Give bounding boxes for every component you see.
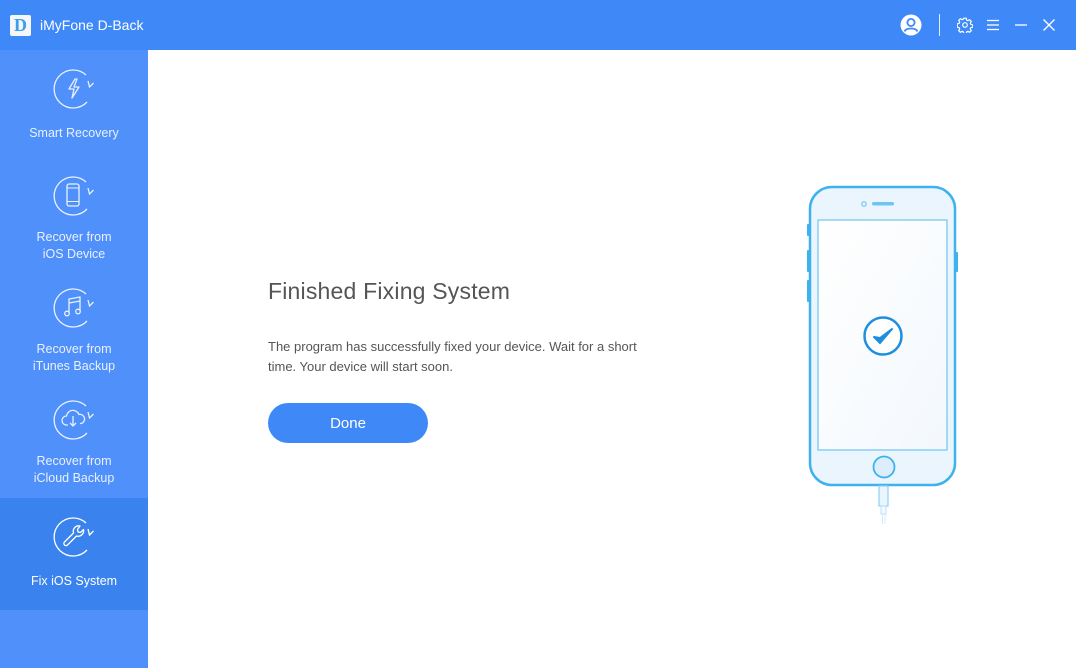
sidebar-item-label: Fix iOS System [30,574,118,588]
menu-icon[interactable] [981,13,1005,37]
wrench-refresh-icon [53,517,94,557]
checkmark-icon [863,316,903,356]
settings-gear-icon[interactable] [953,13,977,37]
lightning-cable [878,485,889,524]
status-description: The program has successfully fixed your … [268,339,637,374]
sidebar-item-fix-ios-system[interactable]: Fix iOS System [0,498,148,610]
title-bar: D iMyFone D-Back [0,0,1076,50]
sidebar-item-smart-recovery[interactable]: Smart Recovery [0,50,148,162]
lightning-refresh-icon [53,69,94,109]
sidebar-item-label: Recover from [36,230,112,244]
phone-home-button [872,455,896,479]
sidebar-item-recover-itunes-backup[interactable]: Recover from iTunes Backup [0,282,148,394]
sidebar-item-label: Smart Recovery [29,126,119,140]
phone-refresh-icon [53,176,94,216]
app-logo: D [10,15,31,36]
user-account-icon[interactable] [899,13,923,37]
sidebar-item-recover-ios-device[interactable]: Recover from iOS Device [0,170,148,282]
done-button[interactable]: Done [268,403,428,443]
sidebar-item-label: iTunes Backup [32,359,116,373]
sidebar-item-label: iCloud Backup [33,471,115,485]
app-logo-letter: D [14,15,27,35]
cloud-download-refresh-icon [53,400,94,440]
app-title: iMyFone D-Back [40,17,144,33]
page-title: Finished Fixing System [268,278,511,304]
titlebar-divider [939,14,940,36]
sidebar-item-recover-icloud-backup[interactable]: Recover from iCloud Backup [0,394,148,506]
phone-illustration [807,185,958,524]
sidebar-item-label: iOS Device [42,247,106,261]
minimize-icon[interactable] [1009,13,1033,37]
sidebar-item-label: Recover from [36,342,112,356]
sidebar: Smart Recovery Recover from iOS Device R… [0,50,148,668]
music-note-refresh-icon [53,288,94,328]
close-icon[interactable] [1037,13,1061,37]
sidebar-item-label: Recover from [36,454,112,468]
phone-speaker [872,202,894,206]
